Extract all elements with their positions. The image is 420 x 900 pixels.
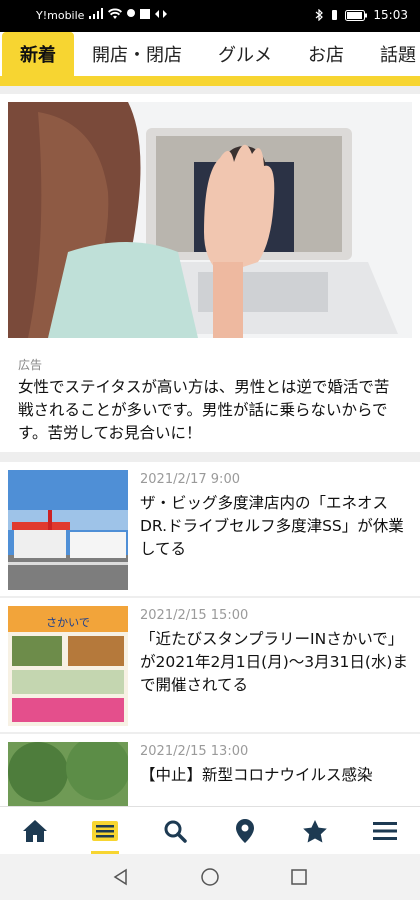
location-icon: [127, 9, 135, 17]
map-pin-icon: [236, 819, 254, 843]
tab-topics[interactable]: 話題: [362, 32, 420, 76]
list-item[interactable]: 2021/2/15 13:00 【中止】新型コロナウイルス感染: [0, 734, 420, 806]
news-title[interactable]: 【中止】新型コロナウイルス感染: [140, 764, 412, 787]
news-title[interactable]: ザ・ビッグ多度津店内の「エネオスDR.ドライブセルフ多度津SS」が休業してる: [140, 492, 412, 561]
menu-icon: [373, 822, 397, 840]
home-icon: [23, 820, 47, 842]
link-icon: [155, 10, 167, 18]
tab-underline: [0, 76, 420, 86]
ad-image: [8, 102, 412, 338]
clock: 15:03: [373, 8, 408, 22]
recents-icon[interactable]: [290, 868, 308, 886]
ad-label: 広告: [18, 358, 43, 372]
nav-search[interactable]: [155, 811, 195, 851]
nav-map[interactable]: [225, 811, 265, 851]
poster-title: さかいで: [46, 616, 90, 629]
tab-open-close[interactable]: 開店・閉店: [74, 32, 200, 76]
nav-news[interactable]: [85, 811, 125, 854]
news-title[interactable]: 「近たびスタンプラリーINさかいで」が2021年2月1日(月)〜3月31日(水)…: [140, 628, 412, 697]
nav-home[interactable]: [15, 811, 55, 851]
nav-menu[interactable]: [365, 811, 405, 851]
bluetooth-icon: [316, 9, 324, 21]
notification-icon: [140, 9, 150, 19]
news-thumbnail: [8, 742, 128, 806]
bottom-nav: [0, 806, 420, 855]
signal-icon: [89, 8, 103, 19]
status-icons-left: [88, 8, 168, 20]
news-date: 2021/2/17 9:00: [140, 472, 240, 487]
home-circle-icon[interactable]: [200, 867, 220, 887]
news-icon: [92, 821, 118, 841]
nav-favorites[interactable]: [295, 811, 335, 851]
news-date: 2021/2/15 13:00: [140, 744, 249, 759]
news-date: 2021/2/15 15:00: [140, 608, 249, 623]
carrier-label: Y!mobile: [36, 9, 85, 22]
battery-icon: [345, 9, 368, 21]
vibrate-icon: [332, 10, 338, 20]
list-item[interactable]: 2021/2/17 9:00 ザ・ビッグ多度津店内の「エネオスDR.ドライブセル…: [0, 462, 420, 596]
system-nav-bar: [0, 854, 420, 900]
status-bar: Y!mobile 15:03: [0, 0, 420, 32]
search-icon: [164, 820, 187, 843]
ad-text[interactable]: 女性でステイタスが高い方は、男性とは逆で婚活で苦戦されることが多いです。男性が話…: [18, 376, 402, 445]
category-tabs: 新着 開店・閉店 グルメ お店 話題: [0, 32, 420, 76]
tab-gourmet[interactable]: グルメ: [200, 32, 290, 76]
wifi-icon: [108, 8, 122, 19]
back-icon[interactable]: [112, 868, 130, 886]
ad-card[interactable]: 広告 女性でステイタスが高い方は、男性とは逆で婚活で苦戦されることが多いです。男…: [0, 94, 420, 452]
status-icons-right: 15:03: [315, 8, 408, 22]
news-feed[interactable]: 広告 女性でステイタスが高い方は、男性とは逆で婚活で苦戦されることが多いです。男…: [0, 86, 420, 806]
news-thumbnail: さかいで: [8, 606, 128, 726]
tab-new[interactable]: 新着: [2, 32, 74, 76]
star-icon: [303, 820, 327, 843]
news-thumbnail: [8, 470, 128, 590]
tab-shops[interactable]: お店: [290, 32, 362, 76]
list-item[interactable]: さかいで 2021/2/15 15:00 「近たびスタンプラリーINさかいで」が…: [0, 598, 420, 732]
